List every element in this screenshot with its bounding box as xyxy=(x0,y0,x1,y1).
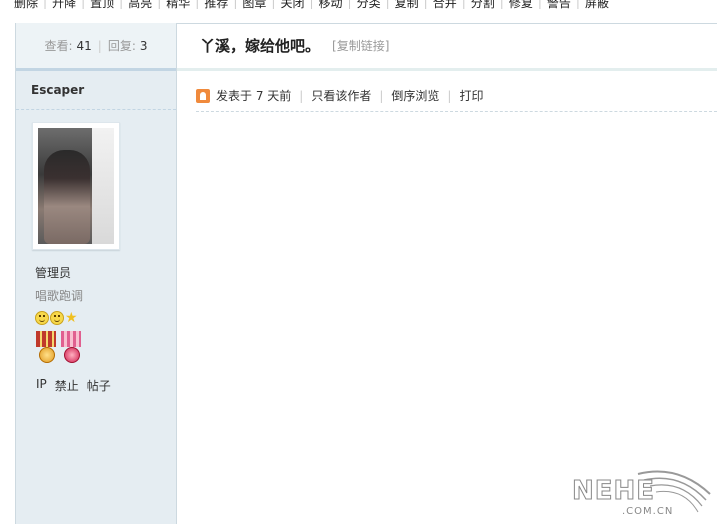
replies-count: 3 xyxy=(139,38,148,53)
mod-copy-button[interactable]: 复制 xyxy=(390,0,424,11)
mod-move-button[interactable]: 移动 xyxy=(314,0,348,11)
copy-link-button[interactable]: [复制链接] xyxy=(332,37,389,54)
meta-separator: | xyxy=(447,88,452,103)
watermark-domain: .COM.CN xyxy=(622,506,674,517)
post-title: 丫溪，嫁给他吧。 xyxy=(200,37,321,55)
avatar-image xyxy=(38,128,114,244)
mod-warn-button[interactable]: 警告 xyxy=(542,0,576,11)
only-author-link[interactable]: 只看该作者 xyxy=(311,87,371,104)
views-count: 41 xyxy=(76,38,92,53)
mod-category-button[interactable]: 分类 xyxy=(352,0,386,11)
medal-icon[interactable] xyxy=(61,331,81,365)
post-meta: 发表于 7 天前 | 只看该作者 | 倒序浏览 | 打印 xyxy=(196,80,717,112)
meta-separator: | xyxy=(379,88,384,103)
print-link[interactable]: 打印 xyxy=(459,87,483,104)
mod-close-button[interactable]: 关闭 xyxy=(275,0,309,11)
post-time: 发表于 7 天前 xyxy=(216,89,292,103)
star-icon: ★ xyxy=(65,310,78,326)
medal-icon[interactable] xyxy=(36,331,56,365)
post-header: 丫溪，嫁给他吧。 [复制链接] xyxy=(177,23,717,71)
mod-split-button[interactable]: 分割 xyxy=(466,0,500,11)
smiley-icon xyxy=(35,311,49,325)
author-sidebar: 查看: 41 | 回复: 3 Escaper 管理员 唱歌跑调 ★ IP 禁止 … xyxy=(15,23,177,524)
moderation-toolbar: 删除 | 升降 | 置顶 | 高亮 | 精华 | 推荐 | 图章 | 关闭 | 移动 | 分类 | … xyxy=(0,0,717,11)
author-name-link[interactable]: Escaper xyxy=(16,71,176,110)
mod-recommend-button[interactable]: 推荐 xyxy=(199,0,233,11)
mod-bump-button[interactable]: 升降 xyxy=(47,0,81,11)
views-label: 查看: xyxy=(44,39,73,53)
smiley-icon xyxy=(50,311,64,325)
user-online-icon xyxy=(196,88,210,103)
posts-link[interactable]: 帖子 xyxy=(87,377,111,394)
site-watermark: NEHE .COM.CN xyxy=(568,464,713,519)
mod-delete-button[interactable]: 删除 xyxy=(14,0,43,11)
mod-highlight-button[interactable]: 高亮 xyxy=(123,0,157,11)
user-rank-icons: ★ xyxy=(35,311,78,325)
avatar[interactable] xyxy=(32,122,120,250)
mod-sticky-button[interactable]: 置顶 xyxy=(85,0,119,11)
replies-label: 回复: xyxy=(107,39,136,53)
mod-block-button[interactable]: 屏蔽 xyxy=(580,0,614,11)
thread-stats: 查看: 41 | 回复: 3 xyxy=(16,23,176,71)
stats-separator: | xyxy=(97,38,102,53)
user-mod-links: IP 禁止 帖子 xyxy=(36,377,111,394)
reverse-order-link[interactable]: 倒序浏览 xyxy=(391,87,439,104)
watermark-brand: NEHE xyxy=(571,476,656,507)
mod-repair-button[interactable]: 修复 xyxy=(504,0,538,11)
ban-link[interactable]: 禁止 xyxy=(55,377,79,394)
mod-digest-button[interactable]: 精华 xyxy=(161,0,195,11)
ip-link[interactable]: IP xyxy=(36,377,47,394)
medals xyxy=(36,331,81,365)
mod-stamp-button[interactable]: 图章 xyxy=(237,0,271,11)
meta-separator: | xyxy=(299,88,304,103)
user-role[interactable]: 管理员 xyxy=(35,264,71,281)
mod-merge-button[interactable]: 合并 xyxy=(428,0,462,11)
user-group: 唱歌跑调 xyxy=(35,289,84,303)
